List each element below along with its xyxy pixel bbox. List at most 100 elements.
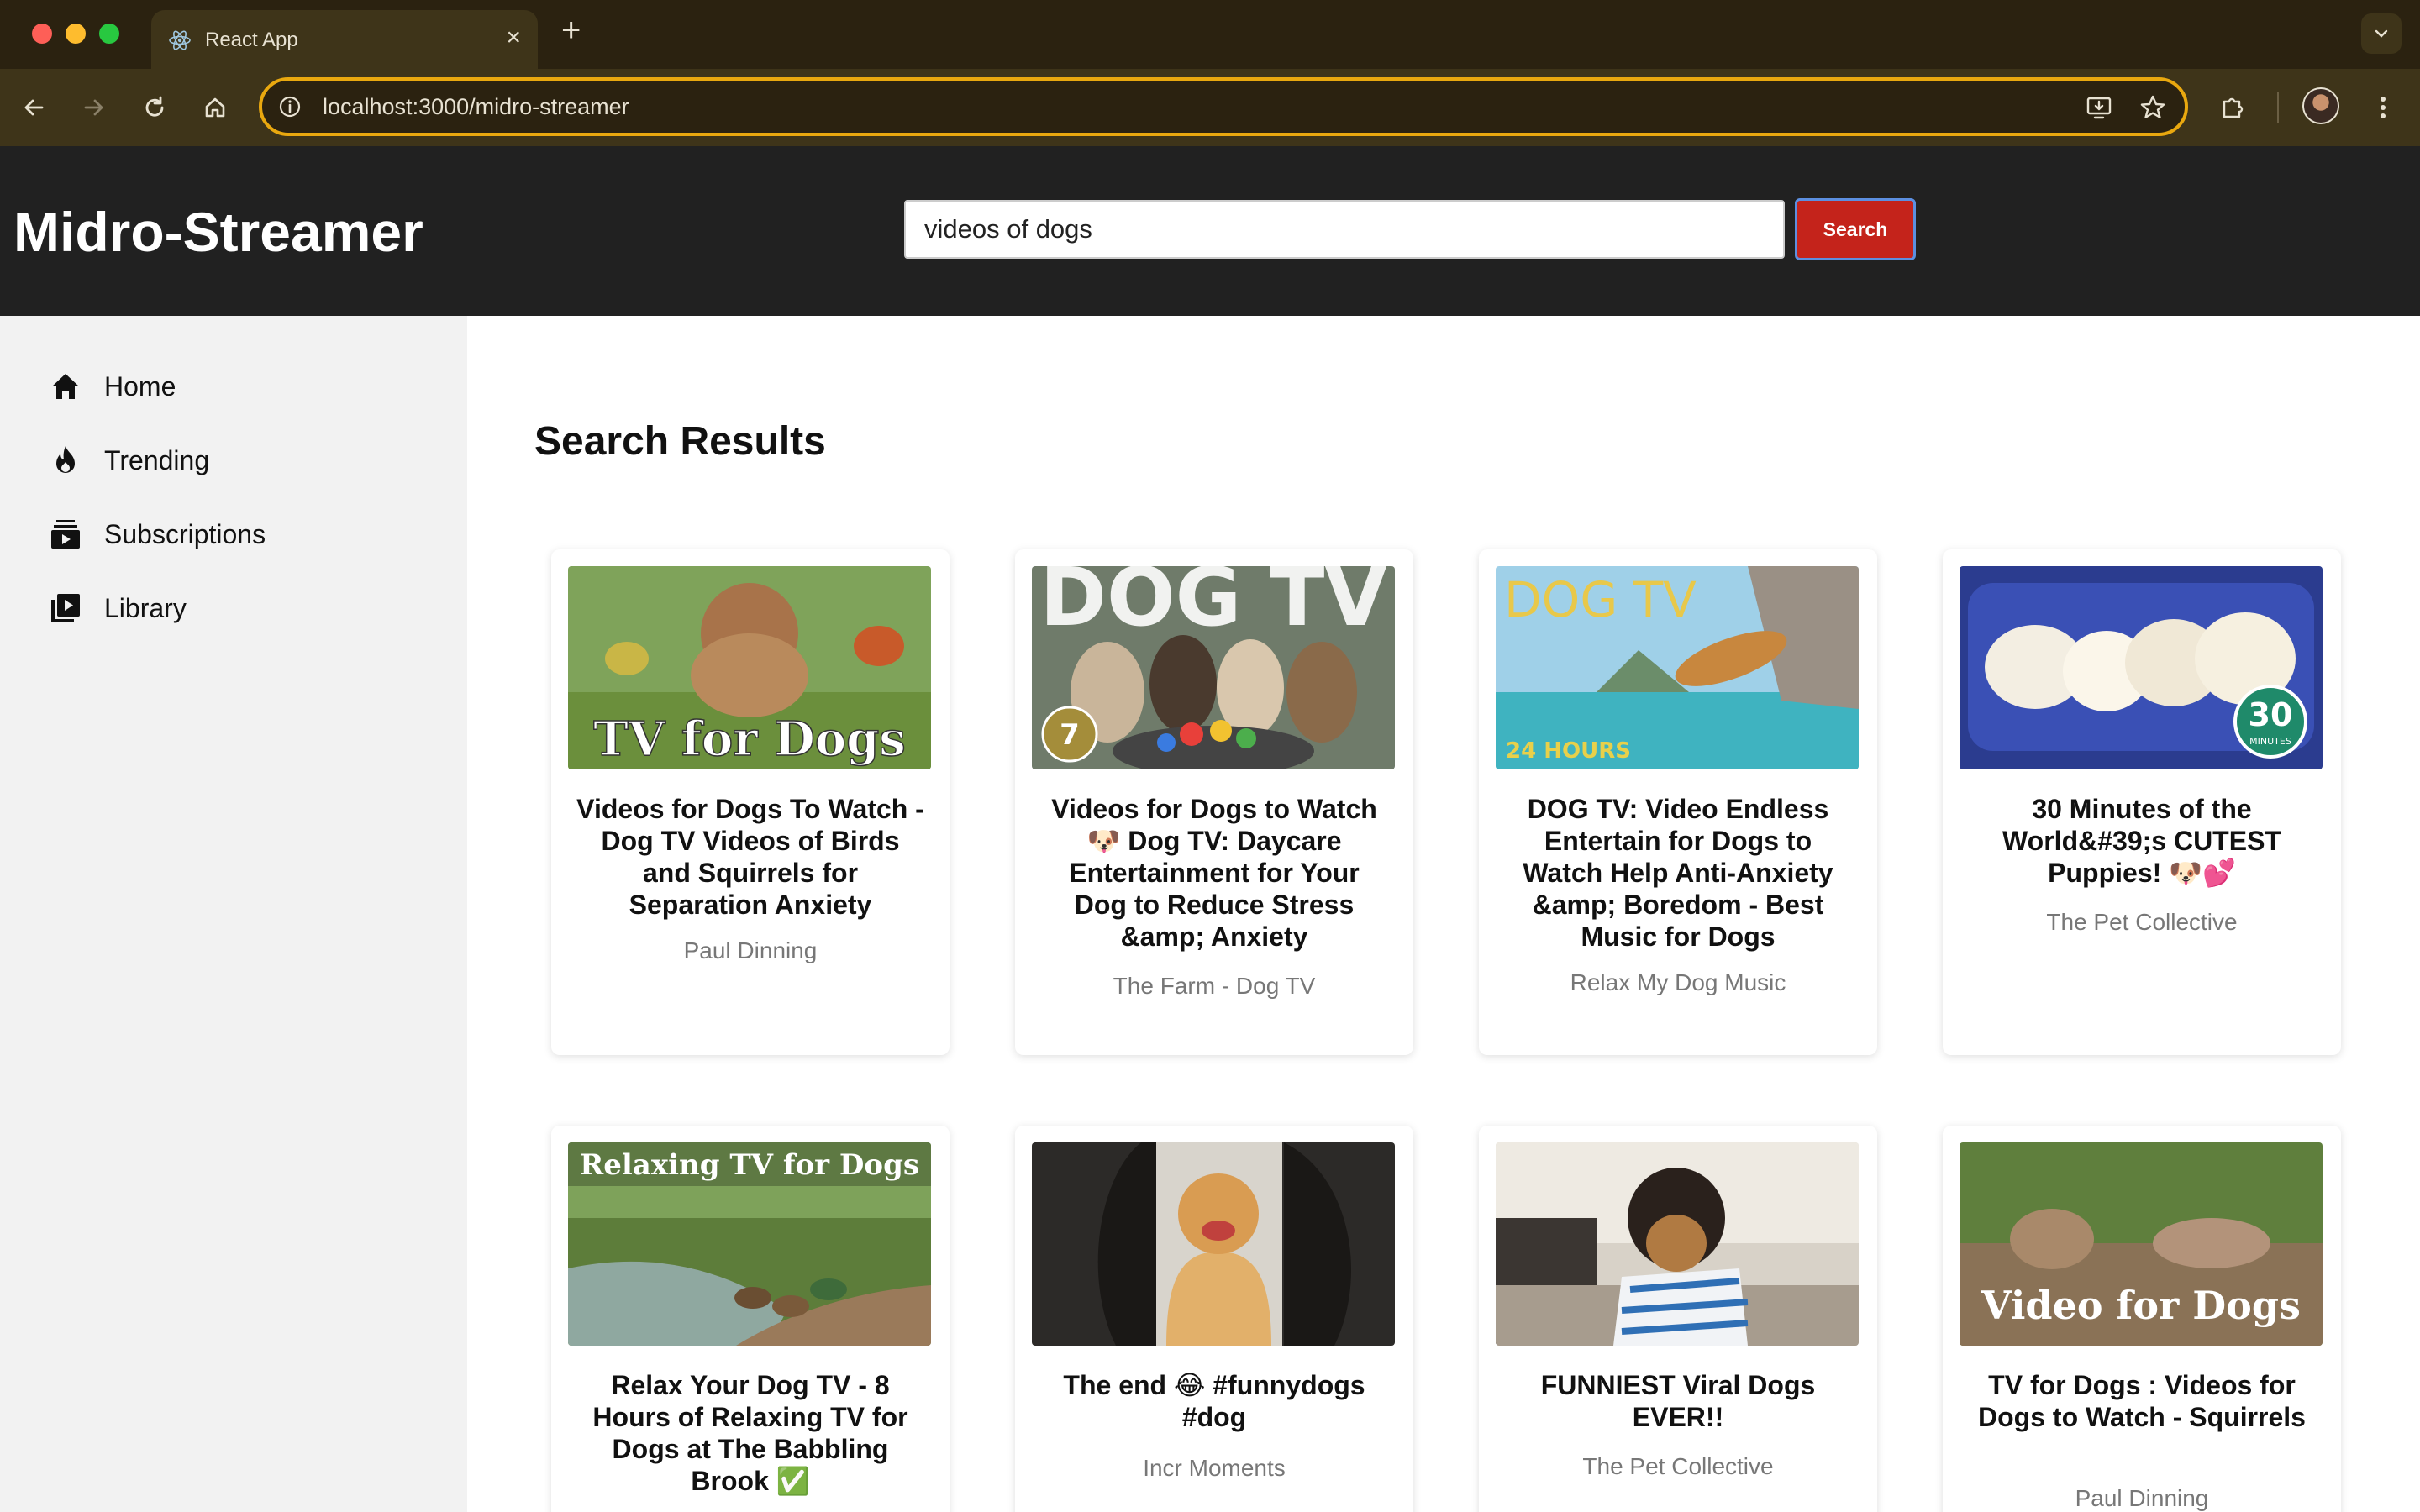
- sidebar-item-home[interactable]: Home: [47, 361, 176, 412]
- video-card[interactable]: Relaxing TV for Dogs Relax Your Dog TV -…: [551, 1126, 950, 1512]
- url-text: localhost:3000/midro-streamer: [323, 94, 629, 119]
- tab-title: React App: [205, 29, 298, 51]
- video-card[interactable]: TV for Dogs Videos for Dogs To Watch - D…: [551, 549, 950, 1055]
- search-input[interactable]: [904, 200, 1785, 259]
- home-icon: [47, 368, 84, 405]
- video-card[interactable]: DOG TV 7 Videos for Dogs to Watch 🐶 Dog …: [1015, 549, 1413, 1055]
- sidebar-item-label: Library: [104, 592, 187, 623]
- thumbnail-badge-subtext: MINUTES: [2249, 736, 2291, 747]
- page-title: Search Results: [534, 419, 826, 464]
- browser-tab[interactable]: React App ×: [151, 10, 538, 69]
- profile-avatar[interactable]: [2302, 87, 2339, 124]
- video-title[interactable]: Relax Your Dog TV - 8 Hours of Relaxing …: [576, 1369, 924, 1497]
- video-thumbnail[interactable]: 30 MINUTES: [1960, 566, 2323, 769]
- arrow-left-icon: [24, 99, 44, 116]
- arrow-right-icon: [84, 99, 103, 116]
- sidebar-item-label: Trending: [104, 444, 210, 475]
- brand-title[interactable]: Midro-Streamer: [13, 200, 424, 264]
- tab-search-button[interactable]: [2361, 13, 2402, 54]
- new-tab-icon[interactable]: +: [561, 13, 581, 47]
- more-vertical-icon: [2381, 97, 2386, 118]
- video-thumbnail[interactable]: [1496, 1142, 1859, 1346]
- chevron-down-icon: [2375, 29, 2388, 38]
- video-channel[interactable]: The Pet Collective: [1968, 909, 2316, 936]
- sidebar-item-label: Subscriptions: [104, 518, 266, 549]
- sidebar-item-trending[interactable]: Trending: [47, 435, 209, 486]
- library-icon: [47, 590, 84, 627]
- thumbnail-image: DOG TV 24 HOURS: [1496, 566, 1859, 769]
- video-card[interactable]: DOG TV 24 HOURS DOG TV: Video Endless En…: [1479, 549, 1877, 1055]
- toolbar-divider: [2277, 92, 2279, 123]
- thumbnail-image: Video for Dogs: [1960, 1142, 2323, 1346]
- video-card[interactable]: The end 😂 #funnydogs #dog Incr Moments: [1015, 1126, 1413, 1512]
- thumbnail-overlay-text: Video for Dogs: [1981, 1283, 2301, 1328]
- sidebar-item-label: Home: [104, 370, 176, 402]
- video-title[interactable]: Videos for Dogs to Watch 🐶 Dog TV: Dayca…: [1040, 793, 1388, 953]
- video-title[interactable]: Videos for Dogs To Watch - Dog TV Videos…: [576, 793, 924, 921]
- video-channel[interactable]: Paul Dinning: [576, 937, 924, 964]
- video-thumbnail[interactable]: [1032, 1142, 1395, 1346]
- sidebar-item-subscriptions[interactable]: Subscriptions: [47, 509, 266, 559]
- video-thumbnail[interactable]: Relaxing TV for Dogs: [568, 1142, 931, 1346]
- video-channel[interactable]: Incr Moments: [1040, 1455, 1388, 1482]
- forward-button[interactable]: [74, 87, 114, 128]
- video-thumbnail[interactable]: DOG TV 24 HOURS: [1496, 566, 1859, 769]
- close-tab-icon[interactable]: ×: [506, 25, 521, 50]
- react-logo-icon: [169, 30, 191, 50]
- video-channel[interactable]: The Pet Collective: [1504, 1453, 1852, 1480]
- thumbnail-image: DOG TV 7: [1032, 566, 1395, 769]
- thumbnail-image: [1032, 1142, 1395, 1346]
- thumbnail-image: Relaxing TV for Dogs: [568, 1142, 931, 1346]
- thumbnail-image: [1496, 1142, 1859, 1346]
- thumbnail-overlay-text: Relaxing TV for Dogs: [580, 1148, 919, 1182]
- video-card[interactable]: FUNNIEST Viral Dogs EVER!! The Pet Colle…: [1479, 1126, 1877, 1512]
- video-thumbnail[interactable]: TV for Dogs: [568, 566, 931, 769]
- flame-icon: [47, 442, 84, 479]
- video-title[interactable]: TV for Dogs : Videos for Dogs to Watch -…: [1968, 1369, 2316, 1433]
- sidebar: Home Trending Subscriptions Library: [0, 316, 467, 1512]
- home-button[interactable]: [195, 87, 235, 128]
- reload-icon: [145, 96, 164, 117]
- minimize-window-button[interactable]: [66, 24, 86, 44]
- sidebar-item-library[interactable]: Library: [47, 583, 187, 633]
- video-card[interactable]: Video for Dogs TV for Dogs : Videos for …: [1943, 1126, 2341, 1512]
- address-bar[interactable]: localhost:3000/midro-streamer: [259, 77, 2188, 136]
- bookmark-button[interactable]: [2136, 91, 2170, 124]
- close-window-button[interactable]: [32, 24, 52, 44]
- subscriptions-icon: [47, 516, 84, 553]
- video-channel[interactable]: Paul Dinning: [1968, 1485, 2316, 1512]
- video-title[interactable]: The end 😂 #funnydogs #dog: [1040, 1369, 1388, 1433]
- thumbnail-overlay-text: TV for Dogs: [593, 711, 906, 767]
- thumbnail-image: 30 MINUTES: [1960, 566, 2323, 769]
- reload-button[interactable]: [134, 87, 175, 128]
- install-icon: [2086, 97, 2112, 119]
- star-icon: [2140, 95, 2165, 118]
- thumbnail-overlay-text: DOG TV: [1504, 571, 1697, 628]
- browser-menu-button[interactable]: [2363, 87, 2403, 128]
- video-title[interactable]: 30 Minutes of the World&#39;s CUTEST Pup…: [1968, 793, 2316, 889]
- browser-tab-bar: React App × +: [0, 0, 2420, 69]
- video-title[interactable]: DOG TV: Video Endless Entertain for Dogs…: [1504, 793, 1852, 953]
- site-info-icon[interactable]: [277, 94, 302, 119]
- extensions-button[interactable]: [2213, 87, 2254, 128]
- puzzle-icon: [2223, 97, 2244, 118]
- video-thumbnail[interactable]: DOG TV 7: [1032, 566, 1395, 769]
- app-header: Midro-Streamer Search: [0, 146, 2420, 316]
- video-channel[interactable]: Relax My Dog Music: [1504, 969, 1852, 996]
- video-thumbnail[interactable]: Video for Dogs: [1960, 1142, 2323, 1346]
- browser-toolbar: localhost:3000/midro-streamer: [0, 69, 2420, 146]
- video-title[interactable]: FUNNIEST Viral Dogs EVER!!: [1504, 1369, 1852, 1433]
- svg-text:7: 7: [1060, 718, 1080, 752]
- back-button[interactable]: [13, 87, 54, 128]
- thumbnail-image: TV for Dogs: [568, 566, 931, 769]
- video-channel[interactable]: The Farm - Dog TV: [1040, 973, 1388, 1000]
- video-card[interactable]: 30 MINUTES 30 Minutes of the World&#39;s…: [1943, 549, 2341, 1055]
- maximize-window-button[interactable]: [99, 24, 119, 44]
- thumbnail-badge-text: 24 HOURS: [1506, 738, 1631, 764]
- search-button[interactable]: Search: [1795, 198, 1916, 260]
- thumbnail-badge-text: 30: [2249, 696, 2293, 733]
- thumbnail-overlay-text: DOG TV: [1039, 566, 1386, 644]
- home-outline-icon: [205, 97, 225, 118]
- install-app-button[interactable]: [2082, 91, 2116, 124]
- main-content: Search Results TV for Dogs Videos for Do…: [467, 316, 2420, 1512]
